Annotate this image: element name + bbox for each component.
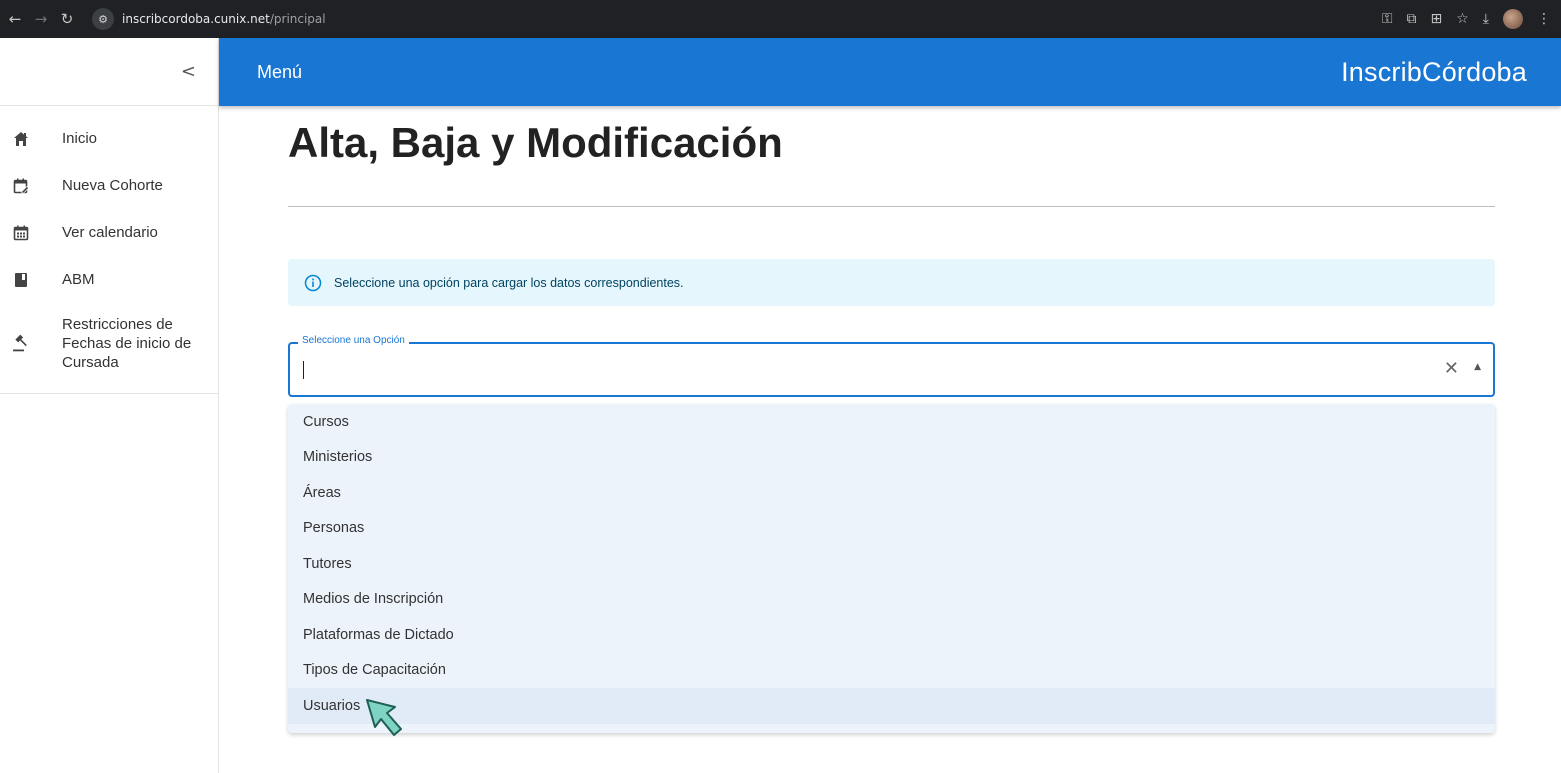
info-alert: Seleccione una opción para cargar los da… (288, 259, 1495, 306)
download-icon[interactable]: ⤓ (1483, 11, 1489, 27)
info-icon (304, 274, 322, 292)
option-medios-de-inscripcion[interactable]: Medios de Inscripción (288, 582, 1495, 618)
clear-icon[interactable]: ✕ (1444, 358, 1459, 379)
alert-message: Seleccione una opción para cargar los da… (334, 275, 684, 290)
brand-logo-text[interactable]: InscribCórdoba (1341, 57, 1527, 88)
book-icon (12, 271, 30, 289)
sidebar-item-label: ABM (62, 271, 95, 288)
sidebar-item-label: Ver calendario (62, 224, 158, 241)
reload-button[interactable]: ↻ (56, 0, 78, 38)
translate-icon[interactable]: ⊞ (1431, 11, 1443, 27)
url-text[interactable]: inscribcordoba.cunix.net/principal (122, 12, 326, 26)
option-usuarios[interactable]: Usuarios (288, 688, 1495, 724)
more-options-icon[interactable]: ⋮ (1537, 11, 1551, 27)
option-plataformas-de-dictado[interactable]: Plataformas de Dictado (288, 617, 1495, 653)
sidebar-item-inicio[interactable]: Inicio (0, 115, 218, 162)
sidebar-item-abm[interactable]: ABM (0, 256, 218, 303)
menu-title: Menú (257, 61, 303, 82)
address-bar[interactable]: ⚙ inscribcordoba.cunix.net/principal (90, 5, 1430, 33)
text-caret (303, 361, 304, 379)
home-icon (12, 130, 30, 148)
page-title: Alta, Baja y Modificación (288, 119, 783, 166)
forward-button[interactable]: → (30, 0, 52, 38)
option-ministerios[interactable]: Ministerios (288, 440, 1495, 476)
calendar-edit-icon (12, 177, 30, 195)
option-search-input[interactable] (302, 359, 1402, 381)
option-tutores[interactable]: Tutores (288, 546, 1495, 582)
sidebar-item-label: Restricciones de Fechas de inicio de Cur… (62, 315, 192, 371)
sidebar-item-nueva-cohorte[interactable]: Nueva Cohorte (0, 162, 218, 209)
sidebar-nav: Inicio Nueva Cohorte Ver calendario ABM … (0, 106, 218, 394)
site-info-icon[interactable]: ⚙ (92, 8, 114, 30)
sidebar-item-ver-calendario[interactable]: Ver calendario (0, 209, 218, 256)
back-button[interactable]: ← (4, 0, 26, 38)
options-listbox: Cursos Ministerios Áreas Personas Tutore… (288, 404, 1495, 733)
browser-actions: ⚿ ⧉ ⊞ ☆ ⤓ ⋮ (1382, 0, 1551, 38)
chevron-left-icon[interactable]: < (181, 61, 196, 82)
divider (288, 206, 1495, 207)
select-label: Seleccione una Opción (298, 335, 409, 346)
chevron-up-icon[interactable]: ▲ (1474, 362, 1481, 372)
option-cursos[interactable]: Cursos (288, 404, 1495, 440)
sidebar-header: < (0, 38, 218, 106)
gavel-icon (12, 334, 30, 352)
sidebar-item-label: Nueva Cohorte (62, 177, 163, 194)
password-key-icon[interactable]: ⚿ (1382, 11, 1393, 27)
sidebar-item-restricciones[interactable]: Restricciones de Fechas de inicio de Cur… (0, 303, 218, 383)
app-header: Menú InscribCórdoba (219, 38, 1561, 106)
calendar-icon (12, 224, 30, 242)
option-areas[interactable]: Áreas (288, 475, 1495, 511)
profile-avatar[interactable] (1503, 9, 1523, 29)
install-app-icon[interactable]: ⧉ (1407, 11, 1417, 27)
sidebar-item-label: Inicio (62, 130, 98, 147)
browser-toolbar: ← → ↻ ⚙ inscribcordoba.cunix.net/princip… (0, 0, 1561, 38)
sidebar: < Inicio Nueva Cohorte Ver calendario AB… (0, 38, 219, 773)
option-personas[interactable]: Personas (288, 511, 1495, 547)
option-autocomplete[interactable]: Seleccione una Opción ✕ ▲ (288, 335, 1495, 397)
option-tipos-de-capacitacion[interactable]: Tipos de Capacitación (288, 653, 1495, 689)
bookmark-star-icon[interactable]: ☆ (1456, 11, 1469, 27)
